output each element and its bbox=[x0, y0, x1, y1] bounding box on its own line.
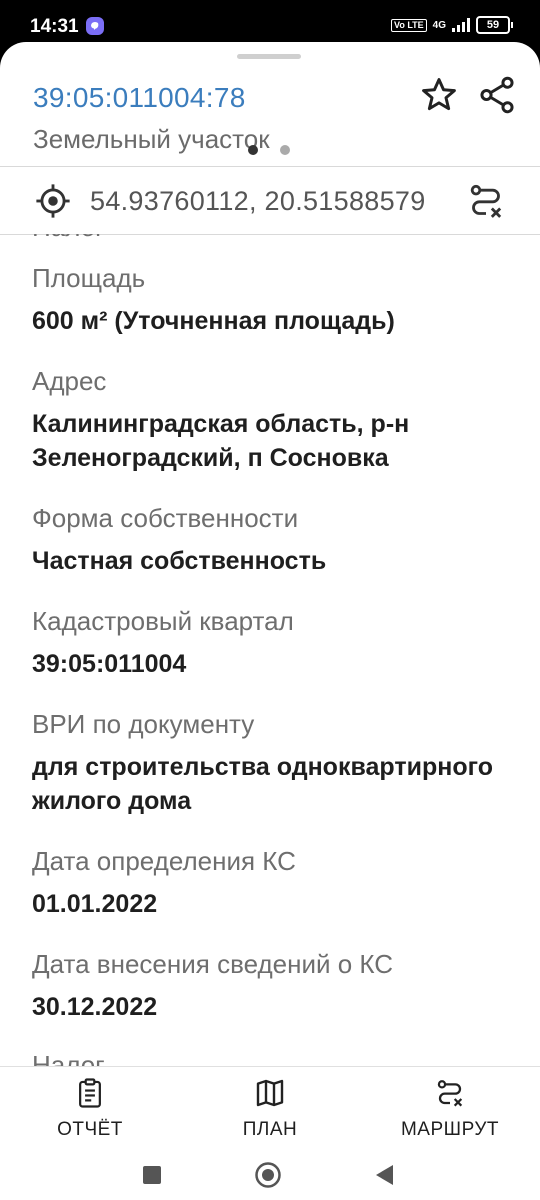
field-label: Площадь bbox=[32, 263, 146, 293]
app-screen: 14:31 Vo LTE 4G 59 39:05:011004:78 Земел… bbox=[0, 0, 540, 1200]
home-button[interactable] bbox=[253, 1160, 283, 1190]
clipped-field-label: Налог bbox=[32, 234, 105, 243]
viber-notification-icon bbox=[86, 17, 104, 35]
square-icon bbox=[143, 1166, 161, 1184]
nav-label: ПЛАН bbox=[242, 1119, 298, 1140]
field-label: Адрес bbox=[32, 366, 107, 396]
coordinates-value[interactable]: 54.93760112, 20.51588579 bbox=[90, 186, 426, 217]
system-navigation-bar bbox=[0, 1152, 540, 1200]
share-icon bbox=[480, 76, 514, 114]
field-value: Частная собственность bbox=[32, 547, 327, 575]
field-label: Кадастровый квартал bbox=[32, 606, 294, 636]
nav-report-button[interactable]: ОТЧЁТ bbox=[10, 1077, 170, 1141]
details-list: Налог Площадь 600 м² (Уточненная площадь… bbox=[0, 234, 540, 1068]
field-address: Адрес Калининградская область, р-н Зелен… bbox=[32, 365, 532, 475]
field-permitted-use: ВРИ по документу для строительства однок… bbox=[32, 708, 532, 818]
field-value: 01.01.2022 bbox=[32, 890, 158, 918]
network-type: 4G bbox=[432, 19, 446, 31]
object-type: Земельный участок bbox=[33, 124, 270, 154]
cadastral-number[interactable]: 39:05:011004:78 bbox=[33, 82, 246, 114]
page-indicator bbox=[248, 145, 290, 155]
field-label: Дата определения КС bbox=[32, 846, 296, 876]
page-dot-active bbox=[248, 145, 258, 155]
field-label: ВРИ по документу bbox=[32, 709, 255, 739]
field-value: Калининградская область, р-н Зеленоградс… bbox=[32, 410, 410, 472]
battery-indicator: 59 bbox=[476, 16, 513, 34]
route-icon bbox=[437, 1080, 463, 1107]
back-triangle-icon bbox=[376, 1165, 393, 1185]
status-bar: 14:31 Vo LTE 4G 59 bbox=[0, 0, 540, 44]
field-value: 30.12.2022 bbox=[32, 993, 158, 1021]
field-label: Форма собственности bbox=[32, 503, 299, 533]
field-value: для строительства одноквартирного жилого… bbox=[32, 753, 493, 815]
field-ownership: Форма собственности Частная собственност… bbox=[32, 502, 532, 578]
volte-badge: Vo LTE bbox=[390, 18, 427, 32]
field-label: Дата внесения сведений о КС bbox=[32, 949, 394, 979]
share-button[interactable] bbox=[476, 74, 518, 116]
route-icon[interactable] bbox=[466, 181, 506, 221]
favorite-button[interactable] bbox=[418, 74, 460, 116]
coordinates-row: 54.93760112, 20.51588579 bbox=[0, 166, 540, 234]
status-time: 14:31 bbox=[30, 16, 79, 37]
nav-label: МАРШРУТ bbox=[400, 1119, 500, 1140]
circle-icon bbox=[255, 1162, 281, 1188]
field-cadastral-quarter: Кадастровый квартал 39:05:011004 bbox=[32, 605, 532, 681]
location-target-icon[interactable] bbox=[34, 182, 72, 220]
field-valuation-date: Дата определения КС 01.01.2022 bbox=[32, 845, 532, 921]
bottom-nav: ОТЧЁТ ПЛАН МАРШРУТ bbox=[0, 1066, 540, 1153]
nav-label: ОТЧЁТ bbox=[57, 1119, 123, 1140]
nav-route-button[interactable]: МАРШРУТ bbox=[370, 1077, 530, 1141]
drag-handle[interactable] bbox=[237, 54, 301, 59]
star-icon bbox=[422, 78, 456, 111]
details-sheet: 39:05:011004:78 Земельный участок 54.937… bbox=[0, 42, 540, 1200]
nav-plan-button[interactable]: ПЛАН bbox=[190, 1077, 350, 1141]
map-icon bbox=[256, 1079, 284, 1107]
field-value: 600 м² (Уточненная площадь) bbox=[32, 307, 395, 335]
page-dot bbox=[280, 145, 290, 155]
field-value[interactable]: 39:05:011004 bbox=[32, 647, 532, 681]
clipboard-icon bbox=[79, 1078, 101, 1108]
status-indicators: Vo LTE 4G 59 bbox=[390, 16, 513, 34]
signal-icon bbox=[452, 18, 470, 32]
field-entry-date: Дата внесения сведений о КС 30.12.2022 bbox=[32, 948, 532, 1024]
recent-apps-button[interactable] bbox=[137, 1160, 167, 1190]
field-area: Площадь 600 м² (Уточненная площадь) bbox=[32, 262, 532, 338]
back-button[interactable] bbox=[369, 1160, 399, 1190]
